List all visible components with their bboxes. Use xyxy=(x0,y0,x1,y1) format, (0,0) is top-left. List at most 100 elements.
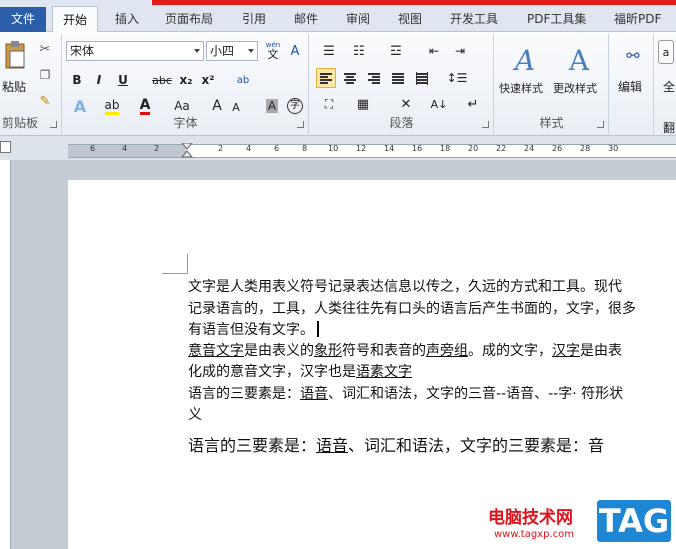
styles-launcher[interactable] xyxy=(597,121,604,128)
link-yuyin[interactable]: 语音 xyxy=(300,386,328,402)
change-styles-label: 更改样式 xyxy=(553,82,597,95)
tab-insert[interactable]: 插入 xyxy=(115,10,139,27)
bold-button[interactable]: B xyxy=(69,71,85,89)
increase-indent-button[interactable]: ⇥ xyxy=(450,41,470,61)
link-yuyin-2[interactable]: 语音 xyxy=(316,436,348,455)
phonetic-guide-button[interactable]: wén 文 xyxy=(263,40,283,62)
paragraph-3-line-2[interactable]: 义 xyxy=(188,404,202,424)
tab-file[interactable]: 文件 xyxy=(0,7,46,32)
font-group: 宋体 小四 wén 文 A B I U abc x₂ x² ab A ab A A… xyxy=(63,34,309,134)
extra-top-label: 全 xyxy=(663,80,676,94)
ribbon: 粘贴 ✂ ❐ ✎ 剪贴板 宋体 小四 wén 文 A B I U abc x₂ x… xyxy=(0,32,676,136)
ruler-tick: 20 xyxy=(468,144,479,153)
scissors-icon: ✂ xyxy=(39,41,51,57)
copy-button[interactable]: ❐ xyxy=(36,66,54,84)
paste-button[interactable] xyxy=(2,38,28,72)
shading-button[interactable]: ⛶ xyxy=(316,94,342,114)
paragraph-1-line-2[interactable]: 记录语言的，工具，人类往往先有口头的语言后产生书面的，文字，很多 xyxy=(188,298,636,318)
paragraph-3-line-1[interactable]: 语言的三要素是：语音、词汇和语法，文字的三音--语音、--字· 符形状 xyxy=(188,383,623,403)
show-marks-button[interactable]: ↵ xyxy=(462,94,484,114)
quick-styles-button[interactable]: A xyxy=(499,40,551,80)
ruler-tick: 22 xyxy=(496,144,507,153)
sort-icon: A↓ xyxy=(430,97,448,111)
align-right-button[interactable] xyxy=(364,68,384,88)
borders-button[interactable]: ▦ xyxy=(350,94,376,114)
tab-view[interactable]: 视图 xyxy=(398,10,422,27)
character-shading-button[interactable]: A xyxy=(263,96,281,116)
indent-marker-icon[interactable] xyxy=(181,143,193,159)
line-spacing-button[interactable]: ↕☰ xyxy=(444,68,470,88)
brush-icon: ✎ xyxy=(39,93,51,109)
font-size-combo[interactable]: 小四 xyxy=(206,41,258,61)
paragraph-2-line-1[interactable]: 意音文字是由表义的象形符号和表音的声旁组。成的文字，汉字是由表 xyxy=(188,340,622,360)
bullets-button[interactable]: ☰ xyxy=(316,41,342,61)
underline-button[interactable]: U xyxy=(115,71,131,89)
paragraph-mark-icon: ↵ xyxy=(467,96,479,112)
change-styles-button[interactable]: A xyxy=(553,40,605,80)
font-launcher[interactable] xyxy=(297,121,304,128)
styles-group: A 快速样式 A 更改样式 样式 xyxy=(495,34,609,134)
tab-developer[interactable]: 开发工具 xyxy=(450,10,498,27)
subscript-button[interactable]: x₂ xyxy=(177,71,195,89)
highlight-button[interactable]: ab xyxy=(101,96,123,116)
ruler-tick: 24 xyxy=(524,144,535,153)
vertical-ruler[interactable] xyxy=(0,160,11,549)
distribute-button[interactable] xyxy=(412,68,432,88)
link-hanzi[interactable]: 汉字 xyxy=(552,343,580,359)
cut-button[interactable]: ✂ xyxy=(36,40,54,58)
enclosed-char-icon: 字 xyxy=(287,98,303,114)
align-center-button[interactable] xyxy=(340,68,360,88)
change-case-button[interactable]: ab xyxy=(233,71,253,89)
align-left-button[interactable] xyxy=(316,68,336,88)
character-shading-icon: A xyxy=(265,99,279,113)
tab-page-layout[interactable]: 页面布局 xyxy=(165,10,213,27)
text-effects-button[interactable]: A xyxy=(69,96,91,116)
tab-home[interactable]: 开始 xyxy=(52,6,99,33)
enclose-character-button[interactable]: 字 xyxy=(285,96,305,116)
text: 语言的三要素是： xyxy=(188,436,317,455)
link-yusu[interactable]: 语素文字 xyxy=(356,364,412,380)
decrease-indent-button[interactable]: ⇤ xyxy=(424,41,444,61)
link-xiangxing[interactable]: 象形 xyxy=(314,343,342,359)
sort-button[interactable]: A↓ xyxy=(428,94,450,114)
tab-pdf-tools[interactable]: PDF工具集 xyxy=(527,10,586,27)
font-name-combo[interactable]: 宋体 xyxy=(66,41,204,61)
link-yiyin[interactable]: 意音文字 xyxy=(188,343,244,359)
paragraph-2-line-2[interactable]: 化成的意音文字，汉字也是语素文字 xyxy=(188,361,412,381)
link-shengpang[interactable]: 声旁组 xyxy=(426,343,468,359)
tab-mailings[interactable]: 邮件 xyxy=(294,10,318,27)
strikethrough-button[interactable]: abc xyxy=(151,71,173,89)
tab-selector-button[interactable] xyxy=(0,141,11,153)
editing-label: 编辑 xyxy=(618,80,643,94)
paragraph-1-line-3[interactable]: 有语言但没有文字。 xyxy=(188,319,319,339)
clipboard-launcher[interactable] xyxy=(50,121,57,128)
ruler-tick: 6 xyxy=(90,144,96,153)
paragraph-launcher[interactable] xyxy=(482,121,489,128)
font-group-label: 字体 xyxy=(173,116,198,130)
font-color-button[interactable]: A xyxy=(135,96,155,116)
text-cursor xyxy=(317,321,319,337)
grow-font-button[interactable]: A xyxy=(209,96,225,116)
italic-button[interactable]: I xyxy=(91,71,107,89)
decrease-indent-icon: ⇤ xyxy=(428,44,440,58)
paragraph-4[interactable]: 语言的三要素是：语音、词汇和语法，文字的三要素是：音 xyxy=(188,432,604,456)
multilevel-list-button[interactable]: ☲ xyxy=(382,41,410,61)
text: 、词汇和语法，文字的三要素是：音 xyxy=(348,436,605,455)
tab-review[interactable]: 审阅 xyxy=(346,10,370,27)
format-painter-button[interactable]: ✎ xyxy=(36,92,54,110)
numbering-button[interactable]: ☷ xyxy=(346,41,372,61)
font-size-aa-button[interactable]: Aa xyxy=(169,96,195,116)
horizontal-ruler[interactable]: 6 4 2 2 4 6 8 10 12 14 16 18 20 22 24 26… xyxy=(68,143,676,159)
extra-button[interactable]: a xyxy=(658,40,674,64)
text: 。成的文字， xyxy=(468,343,552,359)
paragraph-group: ☰ ☷ ☲ ⇤ ⇥ ↕☰ ⛶ ▦ ✕ A↓ ↵ 段落 xyxy=(310,34,494,134)
superscript-button[interactable]: x² xyxy=(199,71,217,89)
justify-button[interactable] xyxy=(388,68,408,88)
tab-references[interactable]: 引用 xyxy=(242,10,266,27)
clear-format-button[interactable]: A xyxy=(285,41,305,61)
chinese-layout-button[interactable]: ✕ xyxy=(392,94,420,114)
quick-styles-icon: A xyxy=(514,43,536,77)
tab-foxit-pdf[interactable]: 福昕PDF xyxy=(614,10,661,27)
paragraph-1-line-1[interactable]: 文字是人类用表义符号记录表达信息以传之，久远的方式和工具。现代 xyxy=(188,276,622,296)
editing-button[interactable]: ⚯ xyxy=(620,40,646,70)
